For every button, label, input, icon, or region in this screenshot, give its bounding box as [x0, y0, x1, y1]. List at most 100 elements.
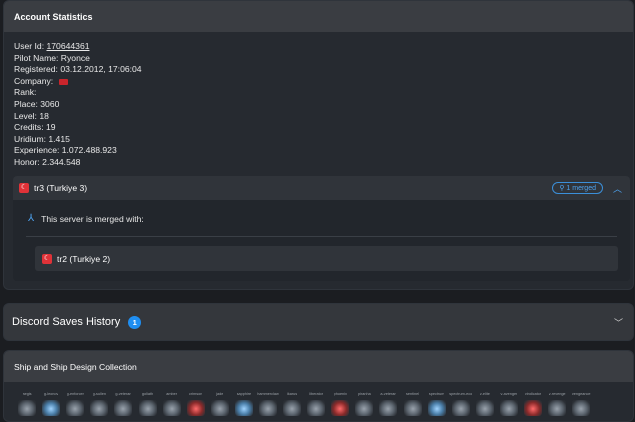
honor: Honor: 2.344.548 — [14, 156, 81, 167]
ship-item[interactable]: hammerclaw — [256, 391, 280, 416]
ship-item[interactable]: piranha — [352, 391, 376, 416]
ship-icon — [451, 400, 470, 416]
pilot-name: Pilot Name: Ryonce — [14, 52, 90, 63]
ship-icon — [234, 400, 253, 416]
ship-icon — [307, 400, 326, 416]
ship-icon — [403, 400, 422, 416]
ship-item[interactable]: vindicator — [521, 391, 545, 416]
server-panel-header[interactable]: ☾ tr3 (Turkiye 3) ⚲ 1 merged ︿ — [13, 176, 630, 200]
ship-item[interactable]: g-sullen — [87, 391, 111, 416]
ship-name: liberator — [309, 392, 324, 396]
ship-collection-header: Ship and Ship Design Collection — [4, 351, 633, 382]
company-label: Company: — [14, 75, 54, 86]
ship-name: vengeance — [571, 392, 591, 396]
chevron-down-icon[interactable]: ﹀ — [614, 316, 623, 329]
ship-item[interactable]: g-veteran — [111, 391, 135, 416]
ship-item[interactable]: v-revenge — [545, 391, 569, 416]
account-stats-list: User Id: 170644361 Pilot Name: Ryonce Re… — [14, 41, 142, 169]
company-row: Company: — [14, 76, 142, 88]
ship-name: ikarus — [287, 392, 298, 396]
ship-name: g-leonov — [43, 392, 59, 396]
ship-name: phoenix — [333, 392, 347, 396]
ship-list: aegis g-leonov g-enforcer g-sullen g-veteran… — [15, 391, 593, 416]
experience: Experience: 1.072.488.923 — [14, 145, 117, 156]
user-id-link[interactable]: 170644361 — [46, 41, 89, 51]
merge-info: ⅄ This server is merged with: — [28, 213, 144, 224]
ship-name: spectrum-eco — [449, 392, 473, 396]
divider — [26, 236, 617, 237]
ship-item[interactable]: liberator — [304, 391, 328, 416]
ship-item[interactable]: spectrum — [425, 391, 449, 416]
ship-icon — [186, 400, 205, 416]
ship-item[interactable]: g-enforcer — [63, 391, 87, 416]
ship-icon — [499, 400, 518, 416]
ship-item[interactable]: a-veteran — [376, 391, 400, 416]
ship-name: goliath — [141, 392, 154, 396]
ship-name: a-veteran — [380, 392, 397, 396]
ship-name: piranha — [358, 392, 371, 396]
uridium: Uridium: 1.415 — [14, 133, 70, 144]
ship-name: aegis — [22, 392, 32, 396]
ship-item[interactable]: spectrum-eco — [449, 391, 473, 416]
ship-icon — [114, 400, 133, 416]
ship-item[interactable]: aegis — [15, 391, 39, 416]
merge-badge-icon: ⚲ — [559, 185, 565, 192]
ship-item[interactable]: amber — [160, 391, 184, 416]
ship-item[interactable]: ikarus — [280, 391, 304, 416]
ship-item[interactable]: v-avenger — [497, 391, 521, 416]
ship-name: g-enforcer — [66, 392, 84, 396]
ship-name: amber — [166, 392, 177, 396]
ship-item[interactable]: v-elite — [473, 391, 497, 416]
ship-name: g-sullen — [92, 392, 106, 396]
ship-item[interactable]: jade — [208, 391, 232, 416]
ship-name: v-avenger — [500, 392, 518, 396]
ship-name: hammerclaw — [257, 392, 279, 396]
ship-name: spectrum — [428, 392, 445, 396]
merge-message: This server is merged with: — [41, 213, 144, 224]
ship-name: vindicator — [524, 392, 542, 396]
place: Place: 3060 — [14, 98, 60, 109]
ship-item[interactable]: vengeance — [569, 391, 593, 416]
ship-collection-title: Ship and Ship Design Collection — [14, 361, 137, 372]
server-name: tr3 (Turkiye 3) — [34, 183, 88, 193]
ship-item[interactable]: phoenix — [328, 391, 352, 416]
ship-icon — [572, 400, 591, 416]
ship-item[interactable]: sentinel — [401, 391, 425, 416]
ship-name: crimson — [189, 392, 203, 396]
server-panel: ☾ tr3 (Turkiye 3) ⚲ 1 merged ︿ ⅄ This se… — [13, 176, 630, 281]
discord-count-badge: 1 — [128, 315, 142, 329]
ship-item[interactable]: g-leonov — [39, 391, 63, 416]
turkey-flag-icon: ☾ — [19, 183, 29, 193]
merge-icon: ⅄ — [28, 213, 35, 224]
credits: Credits: 19 — [14, 122, 56, 133]
ship-icon — [258, 400, 277, 416]
discord-saves-history-header[interactable]: Discord Saves History 1 ﹀ — [4, 304, 633, 340]
turkey-flag-icon: ☾ — [42, 253, 52, 264]
ship-name: g-veteran — [115, 392, 132, 396]
ship-icon — [355, 400, 374, 416]
merged-server-name: tr2 (Turkiye 2) — [57, 253, 111, 264]
ship-item[interactable]: goliath — [135, 391, 159, 416]
ship-icon — [18, 400, 37, 416]
discord-saves-history-card[interactable]: Discord Saves History 1 ﹀ — [3, 303, 634, 341]
ship-icon — [90, 400, 109, 416]
ship-collection-card: Ship and Ship Design Collection aegis g-l… — [3, 350, 634, 422]
ship-icon — [475, 400, 494, 416]
user-id-label: User Id: — [14, 41, 45, 51]
level: Level: 18 — [14, 110, 49, 121]
ship-item[interactable]: crimson — [184, 391, 208, 416]
ship-name: v-elite — [479, 392, 490, 396]
ship-name: jade — [216, 392, 224, 396]
merged-badge: ⚲ 1 merged — [552, 182, 603, 194]
ship-icon — [283, 400, 302, 416]
ship-item[interactable]: sapphire — [232, 391, 256, 416]
ship-icon — [379, 400, 398, 416]
ship-icon — [331, 400, 350, 416]
account-statistics-header: Account Statistics — [4, 1, 633, 32]
ship-icon — [138, 400, 157, 416]
user-id-row: User Id: 170644361 — [14, 41, 142, 53]
chevron-up-icon[interactable]: ︿ — [613, 182, 622, 195]
ship-icon — [524, 400, 543, 416]
ship-name: sentinel — [406, 392, 420, 396]
merged-badge-label: 1 merged — [566, 185, 596, 192]
